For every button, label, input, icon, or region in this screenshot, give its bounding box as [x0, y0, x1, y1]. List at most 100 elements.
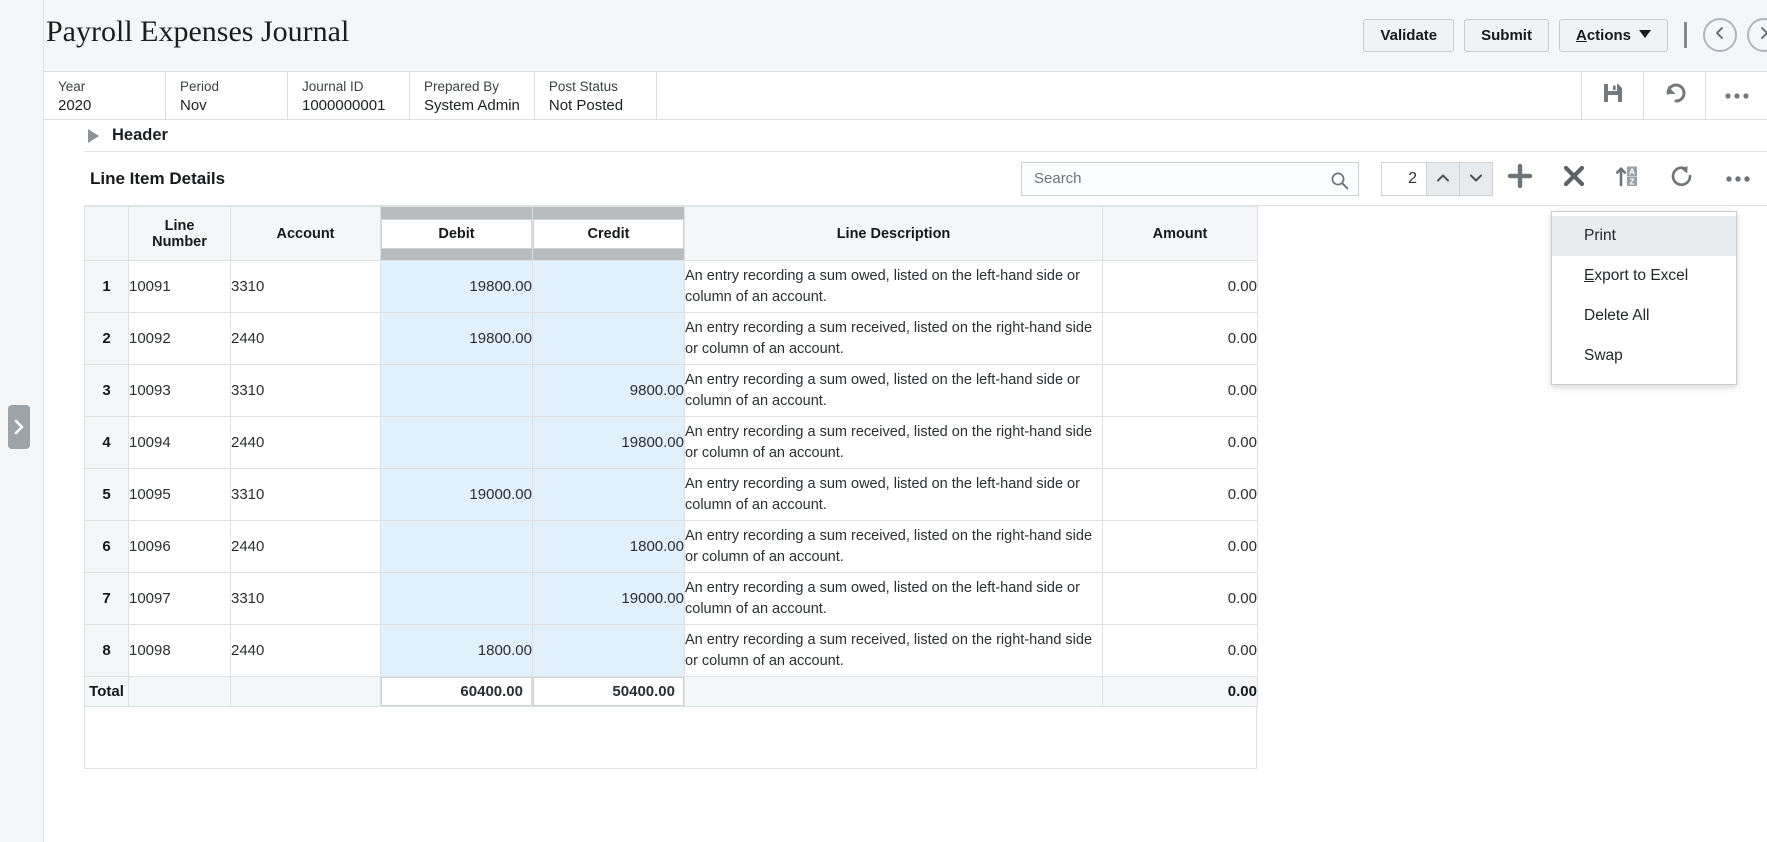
menu-item-export-to-excel[interactable]: Export to Excel [1552, 256, 1736, 296]
line-item-details-panel: Line Item Details 2 [84, 152, 1767, 769]
total-blank-line-number [128, 676, 231, 707]
cell-amount[interactable]: 0.00 [1102, 624, 1258, 677]
cell-credit[interactable]: 19000.00 [532, 572, 685, 625]
total-credit: 50400.00 [532, 676, 685, 707]
cell-line-description[interactable]: An entry recording a sum received, liste… [684, 416, 1103, 469]
cell-account[interactable]: 3310 [230, 364, 381, 417]
column-header-line-number[interactable]: Line Number [128, 206, 231, 261]
cell-line-description[interactable]: An entry recording a sum owed, listed on… [684, 468, 1103, 521]
submit-button[interactable]: Submit [1464, 18, 1549, 52]
cell-account[interactable]: 2440 [230, 520, 381, 573]
validate-button[interactable]: Validate [1363, 18, 1455, 52]
cell-credit[interactable]: 19800.00 [532, 416, 685, 469]
line-item-more-options-button[interactable] [1709, 158, 1767, 200]
column-header-debit[interactable]: Debit [380, 206, 533, 261]
menu-item-delete-all[interactable]: Delete All [1552, 296, 1736, 336]
header-accordion-row[interactable]: Header [84, 120, 1767, 152]
table-row[interactable]: 5 10095 3310 19000.00 An entry recording… [84, 468, 1258, 521]
chevron-left-circle-icon [1714, 26, 1726, 45]
refresh-button[interactable] [1655, 158, 1709, 200]
sidebar-expand-handle[interactable] [8, 405, 30, 449]
summary-field-journal-id: Journal ID 1000000001 [288, 72, 410, 119]
cell-debit[interactable] [380, 416, 533, 469]
table-row[interactable]: 7 10097 3310 19000.00 An entry recording… [84, 572, 1258, 625]
cell-debit[interactable] [380, 572, 533, 625]
summary-value: 2020 [58, 97, 92, 114]
table-row[interactable]: 6 10096 2440 1800.00 An entry recording … [84, 520, 1258, 573]
cell-line-description[interactable]: An entry recording a sum received, liste… [684, 624, 1103, 677]
triangle-right-icon[interactable] [88, 128, 99, 143]
actions-label-rest: ctions [1586, 26, 1631, 44]
cell-debit[interactable] [380, 364, 533, 417]
table-row[interactable]: 1 10091 3310 19800.00 An entry recording… [84, 260, 1258, 313]
cell-amount[interactable]: 0.00 [1102, 312, 1258, 365]
cell-line-number[interactable]: 10092 [128, 312, 231, 365]
row-count-increment-button[interactable] [1426, 162, 1459, 195]
cell-line-number[interactable]: 10095 [128, 468, 231, 521]
cell-account[interactable]: 2440 [230, 624, 381, 677]
row-count-spinner[interactable]: 2 [1381, 161, 1493, 196]
cell-line-number[interactable]: 10091 [128, 260, 231, 313]
cell-credit[interactable]: 9800.00 [532, 364, 685, 417]
cell-account[interactable]: 2440 [230, 416, 381, 469]
cell-account[interactable]: 2440 [230, 312, 381, 365]
cell-line-description[interactable]: An entry recording a sum owed, listed on… [684, 260, 1103, 313]
sort-button[interactable]: A Z [1601, 158, 1655, 200]
cell-amount[interactable]: 0.00 [1102, 364, 1258, 417]
cell-credit[interactable] [532, 624, 685, 677]
delete-row-button[interactable] [1547, 158, 1601, 200]
undo-button[interactable] [1643, 72, 1705, 119]
cell-debit[interactable]: 19800.00 [380, 260, 533, 313]
column-header-amount[interactable]: Amount [1102, 206, 1258, 261]
table-row[interactable]: 4 10094 2440 19800.00 An entry recording… [84, 416, 1258, 469]
cell-line-description[interactable]: An entry recording a sum owed, listed on… [684, 572, 1103, 625]
menu-item-print[interactable]: Print [1552, 216, 1736, 256]
cell-account[interactable]: 3310 [230, 260, 381, 313]
cell-credit[interactable]: 1800.00 [532, 520, 685, 573]
cell-line-number[interactable]: 10094 [128, 416, 231, 469]
cell-amount[interactable]: 0.00 [1102, 520, 1258, 573]
cell-amount[interactable]: 0.00 [1102, 572, 1258, 625]
cell-debit[interactable]: 19000.00 [380, 468, 533, 521]
cell-credit[interactable] [532, 312, 685, 365]
cell-amount[interactable]: 0.00 [1102, 468, 1258, 521]
save-button[interactable] [1581, 72, 1643, 119]
cell-amount[interactable]: 0.00 [1102, 416, 1258, 469]
summary-field-prepared-by: Prepared By System Admin [410, 72, 535, 119]
row-count-decrement-button[interactable] [1459, 162, 1492, 195]
cell-line-number[interactable]: 10098 [128, 624, 231, 677]
row-count-value[interactable]: 2 [1382, 163, 1426, 195]
cell-line-description[interactable]: An entry recording a sum received, liste… [684, 312, 1103, 365]
cell-line-number[interactable]: 10097 [128, 572, 231, 625]
cell-account[interactable]: 3310 [230, 572, 381, 625]
cell-account[interactable]: 3310 [230, 468, 381, 521]
summary-value: Not Posted [548, 97, 624, 114]
strip-more-options-button[interactable] [1705, 72, 1767, 119]
search-icon[interactable] [1330, 171, 1349, 195]
cell-line-description[interactable]: An entry recording a sum owed, listed on… [684, 364, 1103, 417]
table-row[interactable]: 2 10092 2440 19800.00 An entry recording… [84, 312, 1258, 365]
cell-credit[interactable] [532, 260, 685, 313]
cell-amount[interactable]: 0.00 [1102, 260, 1258, 313]
previous-record-button[interactable] [1703, 18, 1737, 52]
column-header-account[interactable]: Account [230, 206, 381, 261]
cell-debit[interactable]: 1800.00 [380, 624, 533, 677]
search-input[interactable] [1022, 162, 1358, 195]
cell-line-number[interactable]: 10093 [128, 364, 231, 417]
search-box[interactable] [1021, 161, 1359, 196]
column-header-line-description[interactable]: Line Description [684, 206, 1103, 261]
journal-page: Payroll Expenses Journal Validate Submit… [0, 0, 1767, 842]
menu-item-swap[interactable]: Swap [1552, 336, 1736, 376]
chevron-down-icon [1469, 170, 1483, 188]
cell-line-number[interactable]: 10096 [128, 520, 231, 573]
next-record-button[interactable] [1747, 18, 1767, 52]
add-row-button[interactable] [1493, 158, 1547, 200]
table-row[interactable]: 3 10093 3310 9800.00 An entry recording … [84, 364, 1258, 417]
cell-credit[interactable] [532, 468, 685, 521]
cell-debit[interactable] [380, 520, 533, 573]
table-row[interactable]: 8 10098 2440 1800.00 An entry recording … [84, 624, 1258, 677]
cell-debit[interactable]: 19800.00 [380, 312, 533, 365]
cell-line-description[interactable]: An entry recording a sum received, liste… [684, 520, 1103, 573]
column-header-credit[interactable]: Credit [532, 206, 685, 261]
actions-menu-button[interactable]: Actions [1558, 18, 1668, 52]
